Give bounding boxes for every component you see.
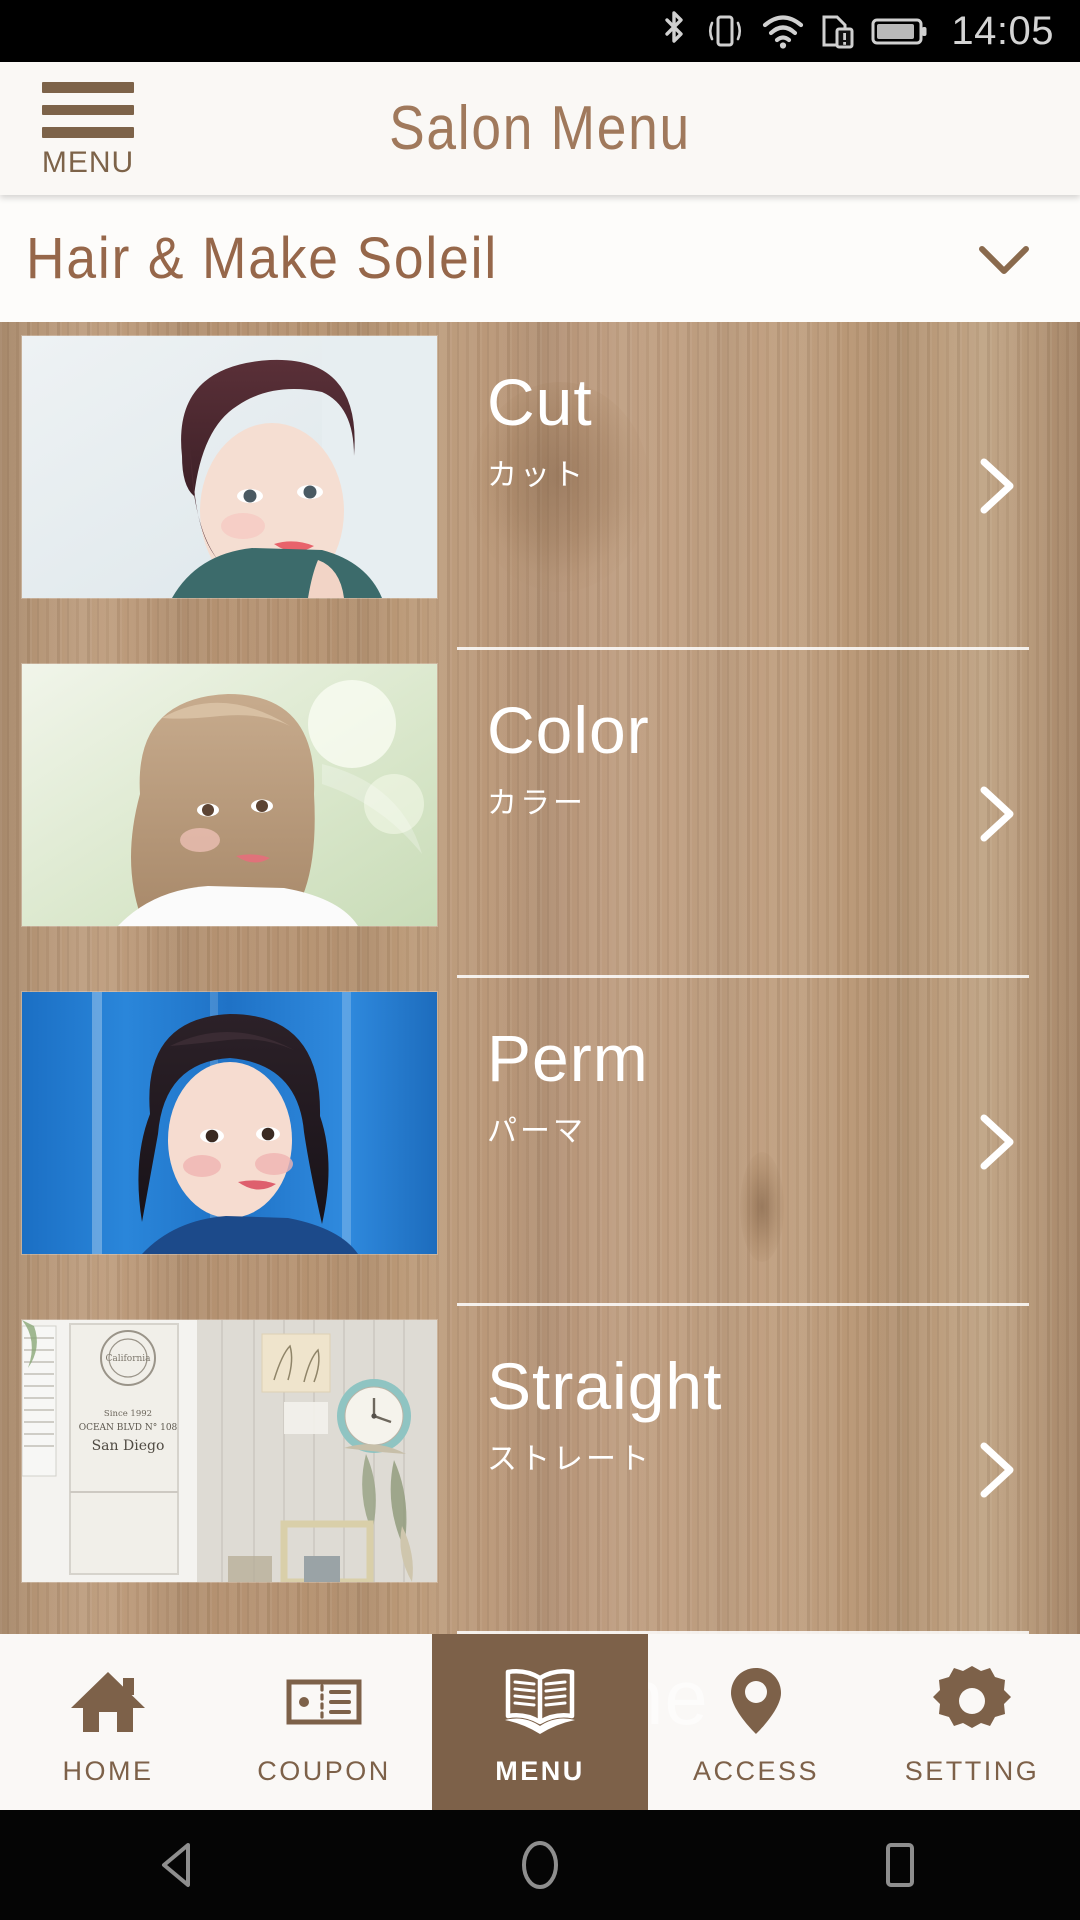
background-watermark-text: ne — [648, 1653, 709, 1741]
menu-item-color[interactable]: Color カラー — [0, 650, 1080, 978]
tab-label: SETTING — [904, 1755, 1040, 1786]
menu-item-subtitle: ストレート — [487, 1442, 652, 1477]
menu-item-perm[interactable]: Perm パーマ — [0, 978, 1080, 1306]
menu-item-texts: Straight ストレート — [487, 1348, 937, 1478]
tab-label: ACCESS — [692, 1755, 820, 1786]
tab-access[interactable]: ne ACCESS — [648, 1634, 864, 1810]
tab-home[interactable]: HOME — [0, 1634, 216, 1810]
chevron-right-icon[interactable] — [960, 450, 1032, 522]
menu-thumbnail — [22, 992, 437, 1254]
menu-item-texts: Cut カット — [487, 364, 937, 494]
chevron-right-icon[interactable] — [960, 1106, 1032, 1178]
menu-item-subtitle: パーマ — [487, 1114, 586, 1149]
tab-coupon[interactable]: COUPON — [216, 1634, 432, 1810]
menu-list: Cut カット Color カラー Perm パーマ California Si… — [0, 322, 1080, 1634]
svg-text:California: California — [105, 1354, 151, 1364]
back-icon[interactable] — [120, 1810, 240, 1920]
svg-text:Since 1992: Since 1992 — [104, 1409, 152, 1419]
salon-selector-bar[interactable]: Hair & Make Soleil — [0, 195, 1080, 322]
coupon-icon — [281, 1658, 367, 1744]
app-header: MENU Salon Menu — [0, 62, 1080, 195]
menu-item-title: Cut — [487, 365, 593, 439]
map-pin-icon — [713, 1658, 799, 1744]
wifi-icon — [761, 10, 805, 52]
menu-item-cut[interactable]: Cut カット — [0, 322, 1080, 650]
book-icon — [497, 1658, 583, 1744]
home-icon — [65, 1658, 151, 1744]
menu-thumbnail: California Since 1992 OCEAN BLVD N° 108 … — [22, 1320, 437, 1582]
menu-item-subtitle: カラー — [487, 786, 586, 821]
gear-icon — [929, 1658, 1015, 1744]
app-screen: 14:05 MENU Salon Menu Hair & Make Soleil — [0, 0, 1080, 1920]
tab-label: MENU — [495, 1755, 585, 1786]
menu-item-title: Color — [487, 693, 650, 767]
status-bar: 14:05 — [0, 0, 1080, 62]
tab-setting[interactable]: SETTING — [864, 1634, 1080, 1810]
tab-label: COUPON — [257, 1755, 391, 1786]
menu-thumbnail — [22, 664, 437, 926]
android-nav-bar — [0, 1810, 1080, 1920]
battery-icon — [871, 10, 929, 52]
svg-text:San Diego: San Diego — [92, 1438, 165, 1454]
bottom-tab-bar: HOME COUPON MENU e ACCESS SETTING — [0, 1634, 1080, 1810]
menu-item-title: Straight — [487, 1349, 723, 1423]
menu-item-texts: Perm パーマ — [487, 1020, 937, 1150]
status-time: 14:05 — [951, 8, 1054, 53]
page-title: Salon Menu — [389, 94, 691, 163]
recents-icon[interactable] — [840, 1810, 960, 1920]
menu-item-texts: Color カラー — [487, 692, 937, 822]
menu-item-straight[interactable]: California Since 1992 OCEAN BLVD N° 108 … — [0, 1306, 1080, 1634]
vibrate-icon — [705, 10, 745, 52]
svg-text:OCEAN BLVD N° 108: OCEAN BLVD N° 108 — [79, 1423, 178, 1433]
tab-label: HOME — [62, 1755, 154, 1786]
salon-name: Hair & Make Soleil — [26, 226, 499, 291]
menu-item-subtitle: カット — [487, 458, 586, 493]
menu-thumbnail — [22, 336, 437, 598]
chevron-down-icon[interactable] — [964, 219, 1044, 299]
chevron-right-icon[interactable] — [960, 778, 1032, 850]
sim-alert-icon — [821, 10, 855, 52]
chevron-right-icon[interactable] — [960, 1434, 1032, 1506]
tab-menu[interactable]: MENU — [432, 1634, 648, 1810]
menu-item-title: Perm — [487, 1021, 649, 1095]
bluetooth-icon — [659, 10, 689, 52]
home-circle-icon[interactable] — [480, 1810, 600, 1920]
